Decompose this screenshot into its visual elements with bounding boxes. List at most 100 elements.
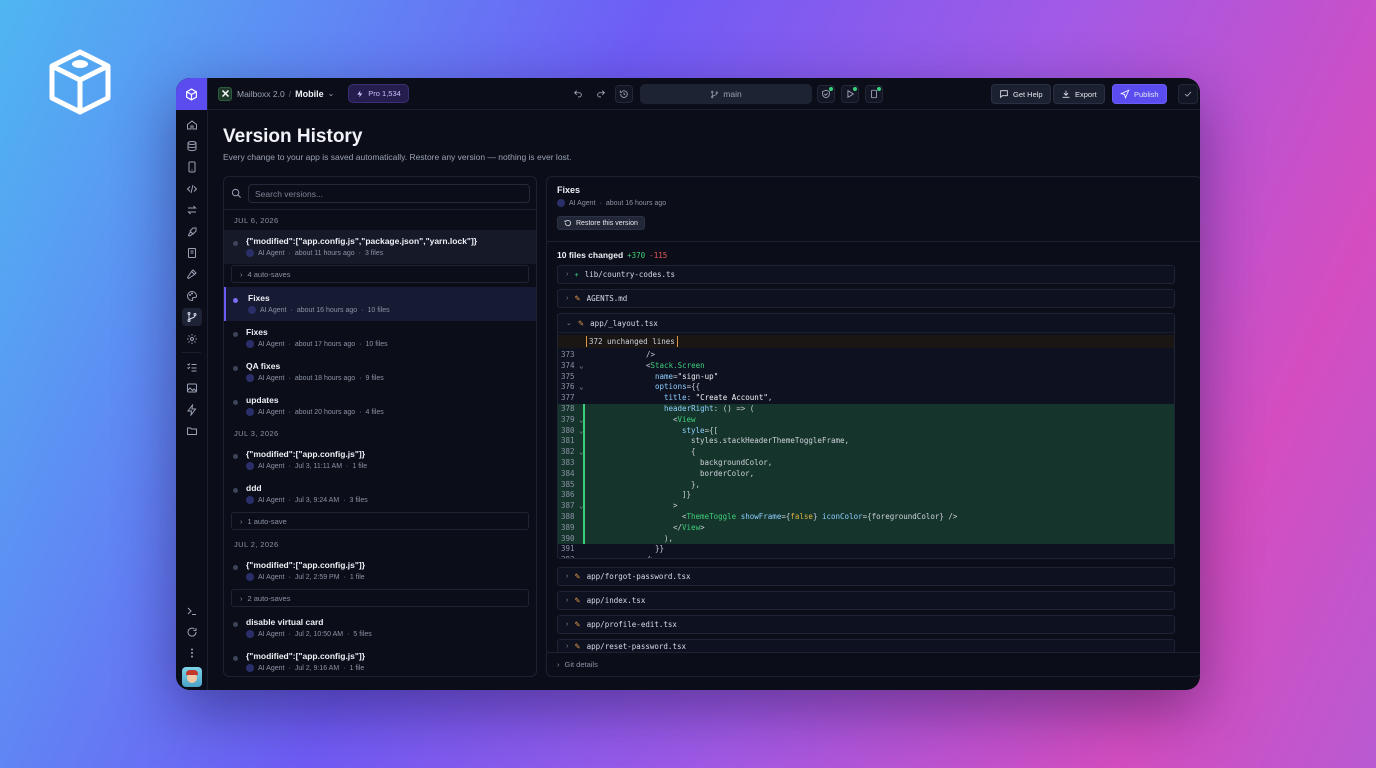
code-text: <Stack.Screen	[646, 360, 705, 370]
device-preview-icon[interactable]	[865, 85, 883, 103]
files-changed-label: 10 files changed	[557, 250, 624, 260]
code-line: 385},	[558, 479, 1174, 491]
refresh-icon[interactable]	[176, 621, 208, 642]
bolt-icon[interactable]	[176, 399, 208, 420]
auto-saves-toggle[interactable]: › 1 auto-save	[231, 512, 529, 530]
search-input[interactable]	[255, 185, 505, 202]
version-entry[interactable]: QA fixes AI Agent · about 18 hours ago · 9 f…	[224, 355, 536, 389]
play-icon[interactable]	[841, 85, 859, 103]
line-number[interactable]: 382 ⌄	[561, 447, 589, 458]
more-icon[interactable]	[176, 643, 208, 664]
version-files: 10 files	[367, 306, 390, 314]
version-entry[interactable]: {"modified":["app.config.js"]} AI Agent ·…	[224, 554, 536, 588]
book-icon[interactable]	[176, 242, 208, 263]
line-number: 378	[561, 403, 575, 413]
chevron-down-icon: ⌄	[566, 320, 572, 327]
terminal-icon[interactable]	[176, 600, 208, 621]
version-time: about 11 hours ago	[294, 249, 355, 257]
chat-icon	[1000, 90, 1008, 99]
line-number[interactable]: 379 ⌄	[561, 415, 589, 426]
code-icon[interactable]	[176, 178, 208, 199]
chevron-down-icon[interactable]: ⌄	[328, 89, 335, 98]
restore-version-button[interactable]: Restore this version	[557, 216, 645, 230]
version-entry[interactable]: ddd AI Agent · Jul 3, 9:24 AM · 3 files	[224, 477, 536, 511]
line-number[interactable]: 380 ⌄	[561, 426, 589, 437]
checklist-icon[interactable]	[176, 356, 208, 377]
rocket-icon[interactable]	[176, 221, 208, 242]
git-details-toggle[interactable]: › Git details	[547, 652, 1200, 676]
branch-selector[interactable]: main	[640, 84, 812, 104]
version-entry[interactable]: {"modified":["app.config.js"]} AI Agent ·…	[224, 443, 536, 477]
pro-credits-badge[interactable]: Pro 1,534	[348, 84, 409, 103]
auto-saves-toggle[interactable]: › 4 auto-saves	[231, 265, 529, 283]
code-line: 375 name="sign-up"	[558, 371, 1174, 383]
version-entry[interactable]: Fixes AI Agent · about 17 hours ago · 10 fil…	[224, 321, 536, 355]
get-help-label: Get Help	[1013, 89, 1043, 99]
settings-icon[interactable]	[176, 328, 208, 349]
palette-icon[interactable]	[176, 285, 208, 306]
file-row[interactable]: › + lib/country-codes.ts	[557, 265, 1175, 284]
deletions-count: -115	[649, 251, 668, 260]
version-files: 4 files	[365, 408, 384, 416]
code-text: name="sign-up"	[655, 371, 719, 381]
app-name[interactable]: Mailboxx 2.0	[237, 89, 285, 99]
project-selector[interactable]: Mobile	[295, 89, 324, 99]
file-row[interactable]: › ✎ app/index.tsx	[557, 591, 1175, 610]
git-branch-icon[interactable]	[176, 307, 208, 328]
version-bullet	[233, 400, 238, 405]
publish-button[interactable]: Publish	[1112, 84, 1167, 104]
version-entry[interactable]: {"modified":["app.config.js"]} AI Agent ·…	[224, 645, 536, 676]
get-help-button[interactable]: Get Help	[991, 84, 1051, 104]
file-row[interactable]: › ✎ app/forgot-password.tsx	[557, 567, 1175, 586]
code-text: </View>	[673, 522, 705, 532]
line-number[interactable]: 376 ⌄	[561, 382, 589, 393]
version-entry[interactable]: {"modified":["app.config.js","package.js…	[224, 230, 536, 264]
version-entry[interactable]: updates AI Agent · about 20 hours ago · 4 fi…	[224, 389, 536, 423]
files-changed-summary: 10 files changed +370 -115	[557, 250, 667, 260]
transfer-icon[interactable]	[176, 200, 208, 221]
version-bullet	[233, 241, 238, 246]
export-button[interactable]: Export	[1053, 84, 1105, 104]
file-row[interactable]: › ✎ app/reset-password.tsx	[557, 639, 1175, 653]
code-text: options={{	[655, 382, 701, 392]
version-entry-selected[interactable]: Fixes AI Agent · about 16 hours ago · 10 fil…	[224, 287, 536, 321]
line-number: 373	[561, 350, 575, 359]
device-icon[interactable]	[176, 157, 208, 178]
line-number[interactable]: 387 ⌄	[561, 501, 589, 512]
version-entry[interactable]: disable virtual card AI Agent · Jul 2, 10:…	[224, 611, 536, 645]
code-text: title: "Create Account",	[664, 393, 773, 403]
code-line: 386]}	[558, 490, 1174, 502]
check-icon[interactable]	[1178, 84, 1198, 104]
home-icon[interactable]	[176, 114, 208, 135]
user-avatar[interactable]	[176, 664, 208, 690]
layers-icon[interactable]	[176, 135, 208, 156]
version-author: AI Agent	[258, 374, 285, 382]
line-number[interactable]: 374 ⌄	[561, 361, 589, 372]
file-row[interactable]: › ✎ AGENTS.md	[557, 289, 1175, 308]
hammer-icon[interactable]	[176, 264, 208, 285]
shield-check-icon[interactable]	[817, 85, 835, 103]
folder-icon[interactable]	[176, 420, 208, 441]
agent-avatar-icon	[246, 573, 254, 581]
undo-icon[interactable]	[569, 85, 587, 103]
top-bar: Mailboxx 2.0 / Mobile ⌄ Pro 1,534 main G…	[208, 78, 1200, 110]
file-row[interactable]: ⌄ ✎ app/_layout.tsx	[558, 314, 1174, 333]
redo-icon[interactable]	[592, 85, 610, 103]
unchanged-lines-expander[interactable]: 372 unchanged lines	[558, 335, 1174, 348]
history-icon[interactable]	[615, 85, 633, 103]
auto-saves-toggle[interactable]: › 2 auto-saves	[231, 589, 529, 607]
workspace-logo-icon[interactable]	[176, 78, 207, 110]
code-text: >	[673, 501, 678, 511]
search-box	[248, 184, 530, 203]
code-text: styles.stackHeaderThemeToggleFrame,	[691, 436, 850, 446]
restore-label: Restore this version	[576, 219, 638, 227]
pro-credits-label: Pro 1,534	[368, 89, 401, 98]
image-icon[interactable]	[176, 378, 208, 399]
version-files: 1 file	[352, 462, 368, 470]
agent-avatar-icon	[246, 408, 254, 416]
chevron-right-icon: ›	[566, 621, 569, 628]
download-icon	[1062, 90, 1070, 98]
send-icon	[1120, 89, 1130, 99]
code-line: 384 borderColor,	[558, 468, 1174, 480]
file-row[interactable]: › ✎ app/profile-edit.tsx	[557, 615, 1175, 634]
